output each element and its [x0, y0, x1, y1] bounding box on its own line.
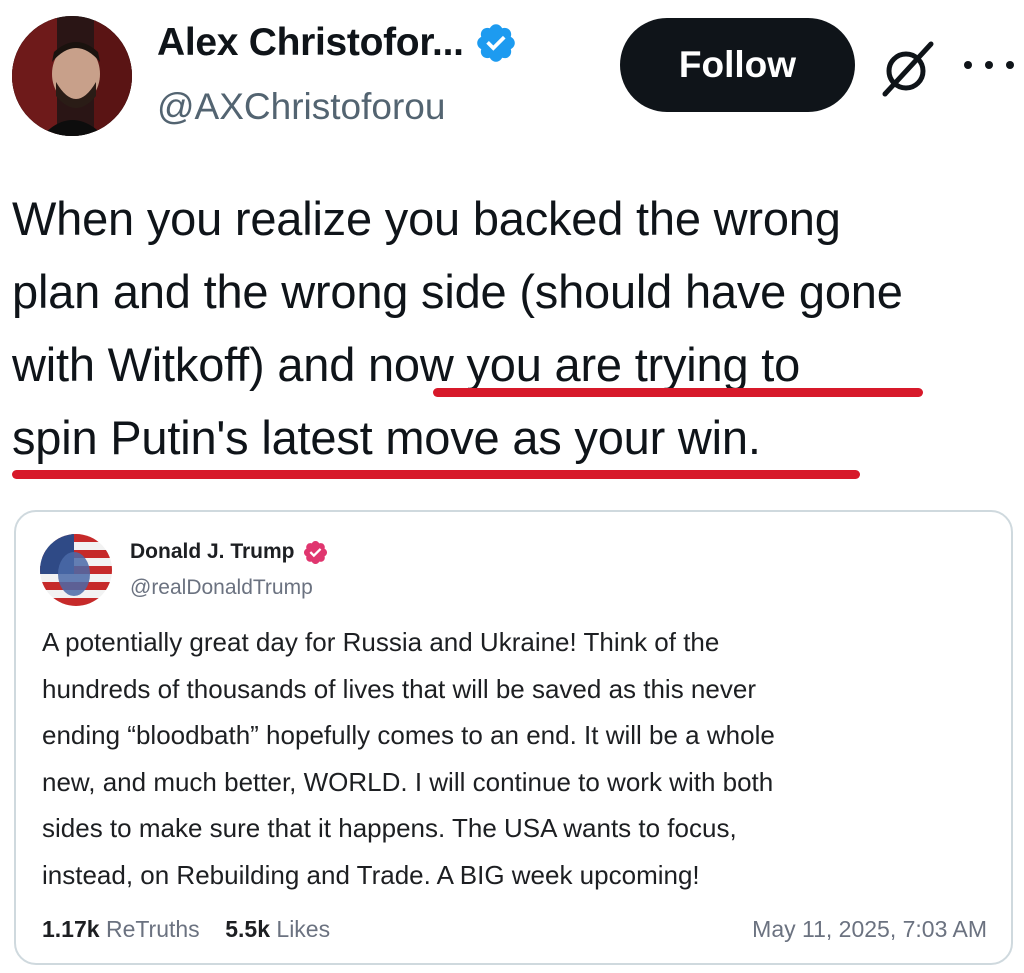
more-horizontal-icon[interactable]	[964, 50, 1014, 80]
tweet-text-line: When you realize you backed the wrong	[12, 192, 841, 245]
quoted-author-handle[interactable]: @realDonaldTrump	[130, 574, 313, 602]
quoted-author-name[interactable]: Donald J. Trump	[130, 538, 295, 566]
more-dot-icon	[985, 61, 993, 69]
quoted-post-line: hundreds of thousands of lives that will…	[42, 673, 756, 704]
more-dot-icon	[964, 61, 972, 69]
author-name-row: Alex Christofor...	[157, 18, 518, 68]
tweet-text-line: spin Putin's latest move as your win.	[12, 411, 761, 464]
quoted-post-timestamp[interactable]: May 11, 2025, 7:03 AM	[752, 912, 987, 946]
likes-count[interactable]: 5.5k	[225, 916, 270, 942]
quoted-post-line: new, and much better, WORLD. I will cont…	[42, 766, 774, 797]
author-avatar[interactable]	[12, 16, 132, 136]
retruths-label[interactable]: ReTruths	[106, 916, 200, 942]
quoted-post-text: A potentially great day for Russia and U…	[42, 619, 992, 898]
quoted-post-stats: 1.17k ReTruths 5.5k Likes	[42, 912, 330, 946]
author-handle[interactable]: @AXChristoforou	[157, 82, 445, 132]
likes-label[interactable]: Likes	[276, 916, 330, 942]
follow-button[interactable]: Follow	[620, 18, 855, 112]
quoted-post-line: instead, on Rebuilding and Trade. A BIG …	[42, 859, 700, 890]
author-display-name[interactable]: Alex Christofor...	[157, 18, 464, 68]
quoted-author-name-row: Donald J. Trump	[130, 538, 329, 566]
quoted-author-avatar-image	[40, 534, 112, 606]
tweet-text: When you realize you backed the wrong pl…	[12, 182, 1017, 474]
quoted-post-line: A potentially great day for Russia and U…	[42, 627, 720, 657]
quoted-post-line: sides to make sure that it happens. The …	[42, 813, 737, 843]
grok-slash-icon[interactable]	[876, 38, 938, 100]
highlight-underline	[12, 470, 860, 479]
verified-badge-icon	[476, 24, 515, 62]
tweet-text-line: plan and the wrong side (should have gon…	[12, 265, 903, 318]
author-avatar-image	[12, 16, 132, 136]
quoted-author-avatar[interactable]	[40, 534, 112, 606]
verified-badge-icon	[303, 540, 327, 564]
more-dot-icon	[1006, 61, 1014, 69]
highlight-underline	[433, 388, 923, 397]
quoted-post-card[interactable]: Donald J. Trump @realDonaldTrump A poten…	[14, 510, 1013, 965]
quoted-post-line: ending “bloodbath” hopefully comes to an…	[42, 720, 775, 750]
retruths-count[interactable]: 1.17k	[42, 916, 100, 942]
